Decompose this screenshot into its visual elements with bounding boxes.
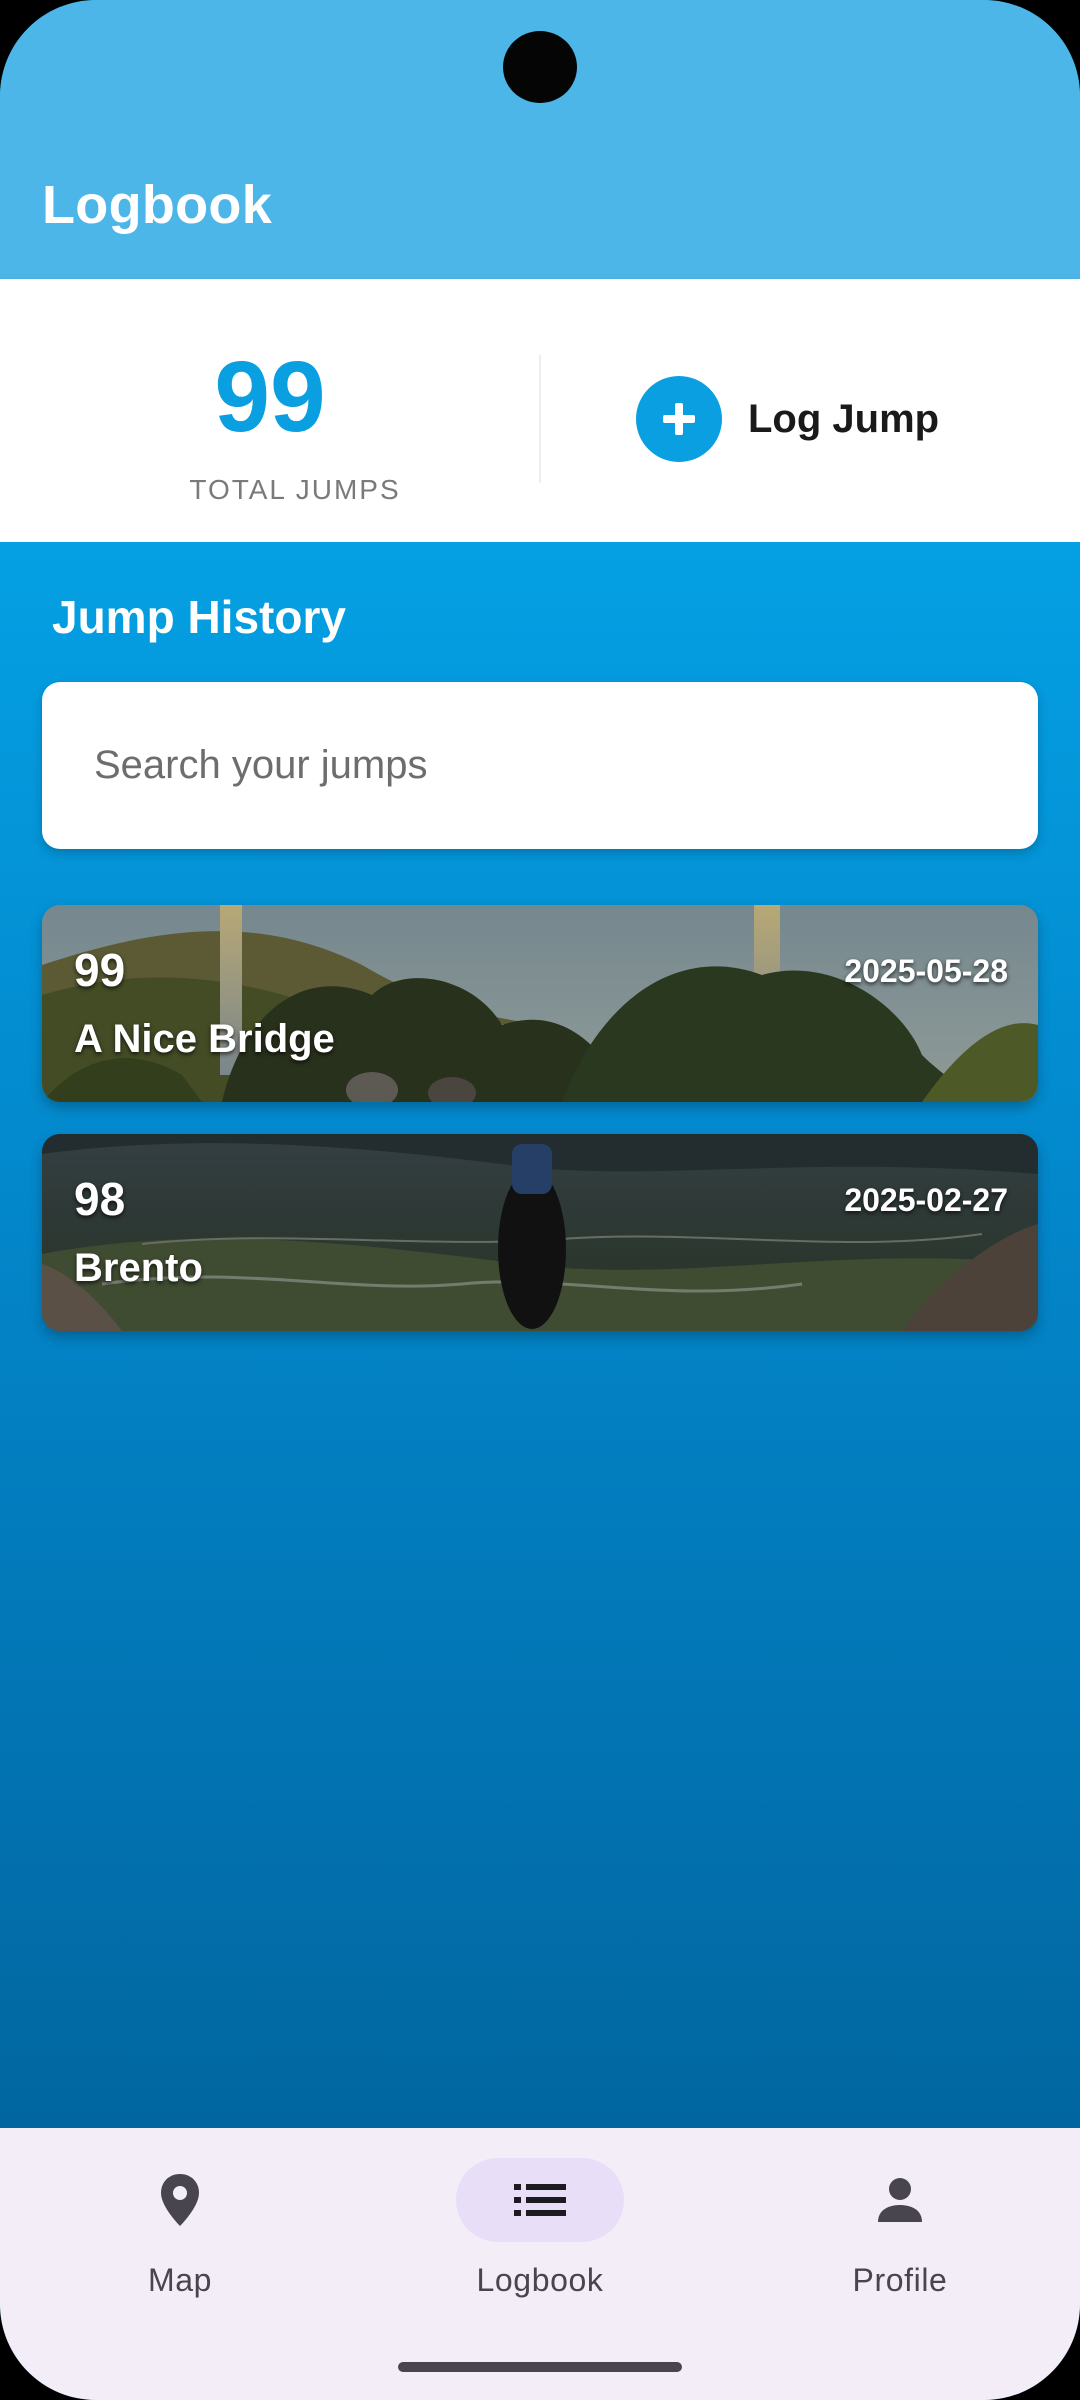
jump-date: 2025-02-27 — [844, 1182, 1008, 1218]
jump-name: Brento — [74, 1246, 203, 1290]
nav-label-map: Map — [147, 2262, 213, 2298]
home-indicator — [398, 2362, 682, 2372]
jump-number: 99 — [74, 944, 126, 996]
nav-label-profile: Profile — [852, 2262, 948, 2298]
page-title: Logbook — [42, 175, 273, 235]
search-box[interactable] — [42, 682, 1038, 849]
app-bar: Logbook — [0, 0, 1080, 279]
nav-item-logbook[interactable]: Logbook — [400, 2158, 680, 2328]
map-pin-icon — [96, 2158, 264, 2242]
stats-divider — [539, 355, 541, 483]
jump-name: A Nice Bridge — [74, 1017, 335, 1061]
nav-item-profile[interactable]: Profile — [760, 2158, 1040, 2328]
jump-card[interactable]: 99 A Nice Bridge 2025-05-28 — [42, 905, 1038, 1102]
plus-icon — [636, 376, 722, 462]
phone-screen: Logbook 99 TOTAL JUMPS Log Jump Jump His… — [0, 0, 1080, 2400]
bottom-navigation: Map Logbook Profile — [0, 2128, 1080, 2400]
stats-card: 99 TOTAL JUMPS Log Jump — [0, 279, 1080, 542]
camera-cutout — [503, 31, 577, 103]
list-icon — [456, 2158, 624, 2242]
card-overlay — [42, 1134, 1038, 1331]
log-jump-button[interactable]: Log Jump — [636, 375, 939, 463]
nav-label-logbook: Logbook — [476, 2262, 604, 2298]
jump-history-section: Jump History Search your jumps 99 A Nice… — [0, 542, 1080, 2128]
total-jumps-label: TOTAL JUMPS — [189, 474, 401, 505]
person-icon — [816, 2158, 984, 2242]
jump-number: 98 — [74, 1173, 126, 1225]
jump-card[interactable]: 98 Brento 2025-02-27 — [42, 1134, 1038, 1331]
section-title: Jump History — [52, 591, 346, 643]
card-overlay — [42, 905, 1038, 1102]
total-jumps-count: 99 — [214, 341, 326, 453]
nav-item-map[interactable]: Map — [40, 2158, 320, 2328]
log-jump-label: Log Jump — [748, 396, 940, 441]
search-input[interactable] — [94, 743, 994, 788]
jump-date: 2025-05-28 — [844, 953, 1008, 989]
